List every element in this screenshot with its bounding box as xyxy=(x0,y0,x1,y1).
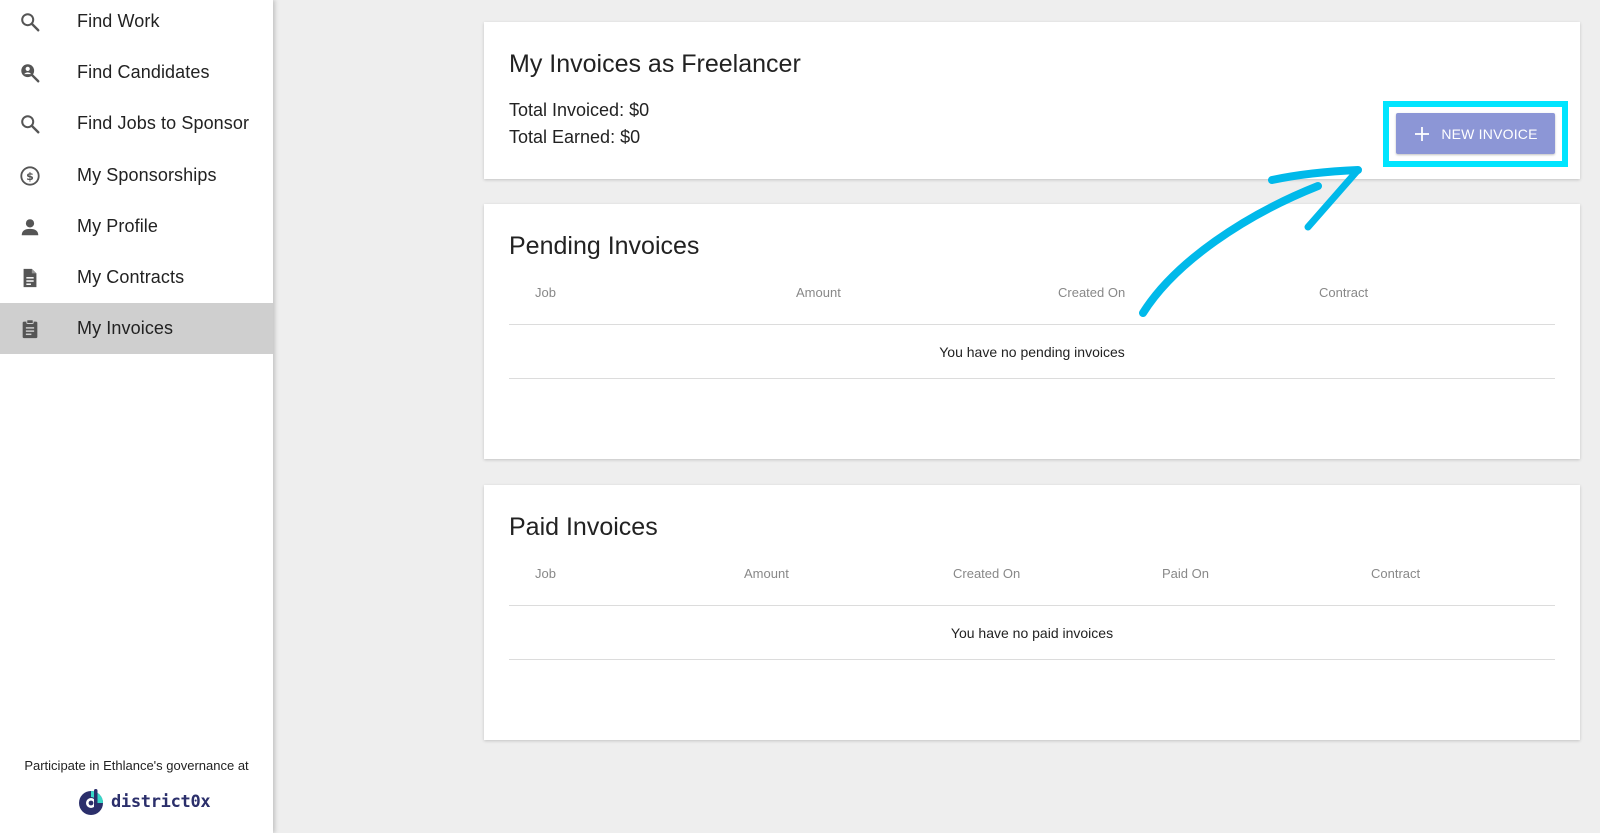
column-header-created-on: Created On xyxy=(1058,285,1126,300)
sidebar-item-my-profile[interactable]: My Profile xyxy=(0,201,273,252)
district0x-logo-text: district0x xyxy=(111,792,211,812)
person-search-icon xyxy=(18,61,42,85)
divider xyxy=(509,378,1555,379)
new-invoice-label: NEW INVOICE xyxy=(1441,125,1538,142)
pending-invoices-title: Pending Invoices xyxy=(509,232,700,260)
district0x-logo-icon xyxy=(79,789,103,815)
page-title: My Invoices as Freelancer xyxy=(509,50,801,78)
divider xyxy=(509,659,1555,660)
divider xyxy=(509,605,1555,606)
district0x-logo[interactable]: district0x xyxy=(77,787,211,817)
sidebar-item-label: My Sponsorships xyxy=(77,165,217,185)
sidebar-item-my-contracts[interactable]: My Contracts xyxy=(0,252,273,303)
sidebar-item-my-sponsorships[interactable]: $ My Sponsorships xyxy=(0,150,273,201)
column-header-amount: Amount xyxy=(744,566,789,581)
sidebar-item-my-invoices[interactable]: My Invoices xyxy=(0,303,273,354)
column-header-created-on: Created On xyxy=(953,566,1021,581)
pending-invoices-card: Pending Invoices Job Amount Created On C… xyxy=(484,204,1580,459)
total-earned: Total Earned: $0 xyxy=(509,127,641,147)
sidebar-item-label: Find Jobs to Sponsor xyxy=(77,113,250,133)
column-header-contract: Contract xyxy=(1371,566,1421,581)
paid-empty-message: You have no paid invoices xyxy=(950,625,1114,641)
clipboard-icon xyxy=(18,317,42,341)
total-invoiced: Total Invoiced: $0 xyxy=(509,100,650,120)
svg-text:$: $ xyxy=(26,170,34,183)
column-header-job: Job xyxy=(535,285,556,300)
dollar-circle-icon: $ xyxy=(18,164,42,188)
person-icon xyxy=(18,215,42,239)
sidebar-item-find-candidates[interactable]: Find Candidates xyxy=(0,47,273,98)
divider xyxy=(509,324,1555,325)
sidebar-item-label: My Profile xyxy=(77,216,159,236)
sidebar-item-label: My Contracts xyxy=(77,267,185,287)
column-header-job: Job xyxy=(535,566,556,581)
column-header-paid-on: Paid On xyxy=(1162,566,1209,581)
sidebar: Find Work Find Candidates Find Jobs to S… xyxy=(0,0,273,833)
column-header-contract: Contract xyxy=(1319,285,1369,300)
column-header-amount: Amount xyxy=(796,285,841,300)
pending-empty-message: You have no pending invoices xyxy=(939,344,1125,360)
search-icon xyxy=(18,10,42,34)
paid-invoices-title: Paid Invoices xyxy=(509,513,658,541)
governance-text: Participate in Ethlance's governance at xyxy=(24,758,249,773)
sidebar-item-label: Find Work xyxy=(77,11,160,31)
paid-invoices-card: Paid Invoices Job Amount Created On Paid… xyxy=(484,485,1580,740)
sidebar-item-label: My Invoices xyxy=(77,318,174,338)
new-invoice-button[interactable]: NEW INVOICE xyxy=(1396,113,1555,154)
plus-icon xyxy=(1413,125,1431,143)
sidebar-item-label: Find Candidates xyxy=(77,62,210,82)
document-icon xyxy=(18,266,42,290)
sidebar-item-find-work[interactable]: Find Work xyxy=(0,0,273,47)
sidebar-item-find-jobs-to-sponsor[interactable]: Find Jobs to Sponsor xyxy=(0,98,273,149)
search-icon xyxy=(18,112,42,136)
